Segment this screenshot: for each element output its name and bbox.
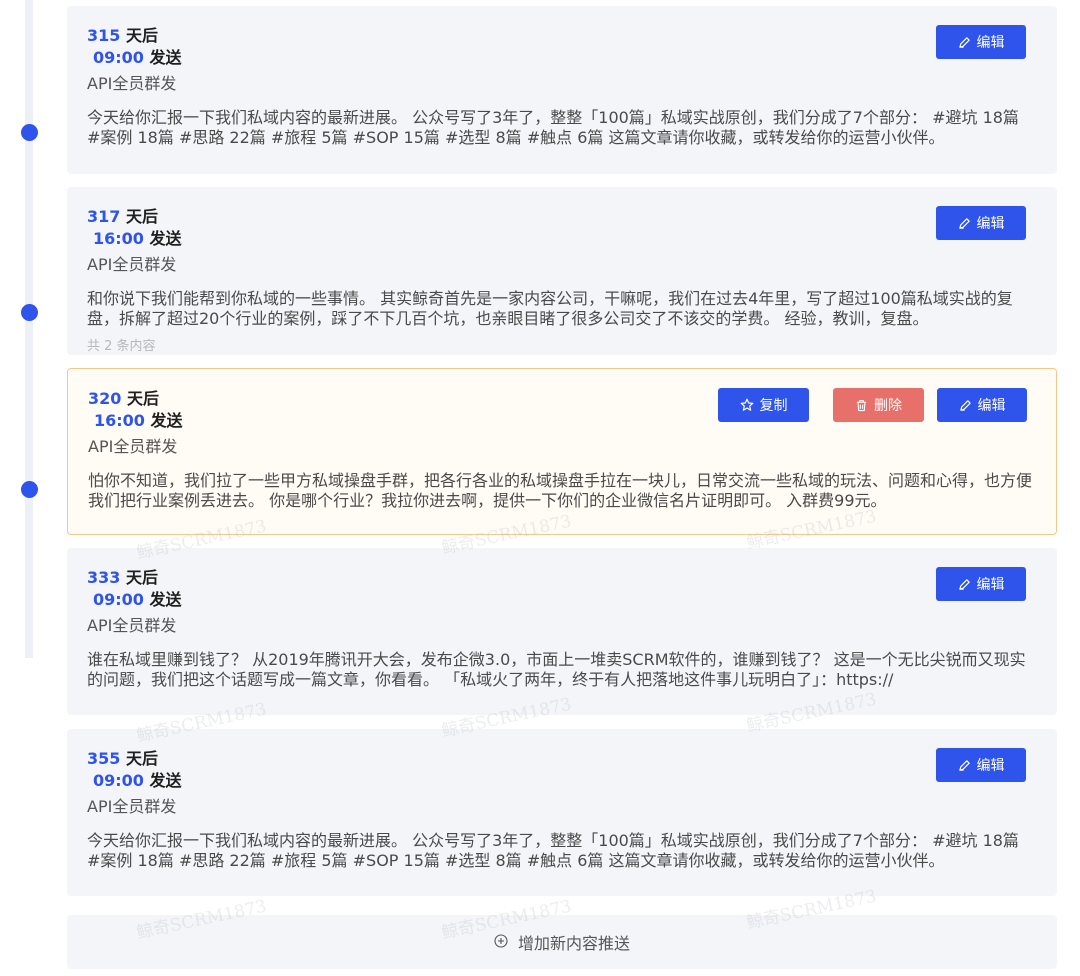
edit-button[interactable]: 编辑 (936, 25, 1026, 59)
pencil-icon (958, 36, 971, 49)
days-number: 317 (87, 207, 121, 226)
edit-label: 编辑 (977, 398, 1006, 414)
message-content: 今天给你汇报一下我们私域内容的最新进展。 公众号写了3年了，整整「100篇」私域… (87, 108, 1019, 147)
send-channel: API全员群发 (87, 255, 177, 274)
timeline-dot (21, 124, 38, 141)
edit-label: 编辑 (976, 216, 1005, 232)
message-content: 怕你不知道，我们拉了一些甲方私域操盘手群，把各行各业的私域操盘手拉在一块儿，日常… (88, 471, 1033, 510)
days-suffix: 天后 (120, 207, 158, 226)
send-time: 16:00 发送 (93, 229, 182, 249)
days-after: 317 天后 (87, 207, 158, 227)
edit-button[interactable]: 编辑 (936, 748, 1026, 782)
copy-button[interactable]: 复制 (718, 388, 809, 422)
delete-label: 删除 (874, 398, 902, 414)
delete-button[interactable]: 删除 (833, 388, 924, 422)
days-number: 320 (88, 389, 122, 408)
edit-label: 编辑 (976, 758, 1005, 774)
content-count: 共 2 条内容 (87, 339, 156, 354)
sop-timeline-page: 315 天后 09:00 发送 API全员群发 今天给你汇报一下我们私域内容的最… (0, 0, 1080, 976)
star-icon (740, 398, 754, 412)
content-card: 355 天后 09:00 发送 API全员群发 今天给你汇报一下我们私域内容的最… (67, 729, 1057, 896)
copy-label: 复制 (759, 398, 788, 414)
content-card: 333 天后 09:00 发送 API全员群发 谁在私域里赚到钱了？ 从2019… (67, 548, 1057, 715)
timeline-dot (21, 304, 38, 321)
days-after: 320 天后 (88, 389, 159, 409)
time-suffix: 发送 (143, 590, 182, 609)
days-after: 333 天后 (87, 568, 158, 588)
send-channel: API全员群发 (87, 797, 177, 816)
edit-button[interactable]: 编辑 (937, 388, 1027, 422)
days-after: 315 天后 (87, 26, 158, 46)
days-suffix: 天后 (121, 389, 159, 408)
pencil-icon (958, 217, 971, 230)
days-number: 333 (87, 568, 121, 587)
time-value: 09:00 (93, 590, 144, 609)
send-channel: API全员群发 (87, 616, 177, 635)
message-content: 谁在私域里赚到钱了？ 从2019年腾讯开大会，发布企微3.0，市面上一堆卖SCR… (87, 650, 1026, 689)
timeline-dot (21, 481, 38, 498)
send-channel: API全员群发 (88, 437, 178, 456)
edit-button[interactable]: 编辑 (936, 206, 1026, 240)
add-content-label: 增加新内容推送 (517, 934, 630, 953)
send-channel: API全员群发 (87, 74, 177, 93)
content-card: 315 天后 09:00 发送 API全员群发 今天给你汇报一下我们私域内容的最… (67, 6, 1057, 174)
trash-icon (855, 399, 868, 412)
days-suffix: 天后 (120, 568, 158, 587)
days-suffix: 天后 (120, 749, 158, 768)
time-suffix: 发送 (143, 229, 182, 248)
content-card: 317 天后 16:00 发送 API全员群发 和你说下我们能帮到你私域的一些事… (67, 187, 1057, 355)
time-value: 16:00 (93, 229, 144, 248)
time-suffix: 发送 (143, 48, 182, 67)
plus-circle-icon (494, 933, 508, 952)
edit-label: 编辑 (976, 35, 1005, 51)
pencil-icon (958, 759, 971, 772)
days-number: 355 (87, 749, 121, 768)
pencil-icon (958, 578, 971, 591)
send-time: 09:00 发送 (93, 590, 182, 610)
days-suffix: 天后 (120, 26, 158, 45)
days-number: 315 (87, 26, 121, 45)
add-content-button[interactable]: 增加新内容推送 (67, 915, 1057, 969)
edit-button[interactable]: 编辑 (936, 567, 1026, 601)
time-suffix: 发送 (144, 411, 183, 430)
time-value: 16:00 (94, 411, 145, 430)
time-value: 09:00 (93, 48, 144, 67)
message-content: 今天给你汇报一下我们私域内容的最新进展。 公众号写了3年了，整整「100篇」私域… (87, 831, 1019, 870)
message-content: 和你说下我们能帮到你私域的一些事情。 其实鲸奇首先是一家内容公司，干嘛呢，我们在… (87, 289, 1013, 328)
time-value: 09:00 (93, 771, 144, 790)
send-time: 16:00 发送 (94, 411, 183, 431)
pencil-icon (959, 399, 972, 412)
days-after: 355 天后 (87, 749, 158, 769)
timeline-line (25, 0, 33, 658)
edit-label: 编辑 (976, 577, 1005, 593)
content-card-active: 320 天后 16:00 发送 API全员群发 怕你不知道，我们拉了一些甲方私域… (67, 368, 1057, 535)
send-time: 09:00 发送 (93, 48, 182, 68)
time-suffix: 发送 (143, 771, 182, 790)
send-time: 09:00 发送 (93, 771, 182, 791)
